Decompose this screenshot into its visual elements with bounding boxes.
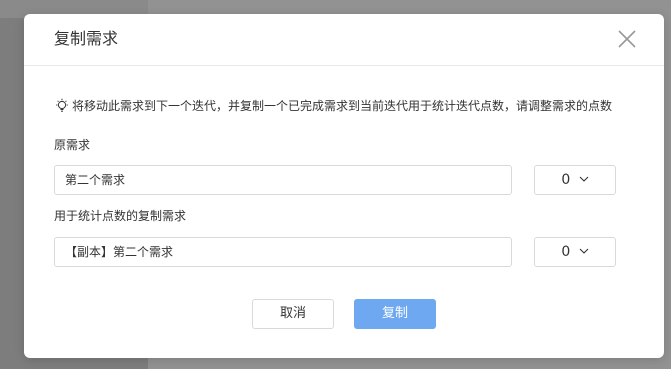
- lightbulb-icon: [54, 98, 70, 114]
- copy-button[interactable]: 复制: [354, 299, 436, 329]
- dialog-header: 复制需求: [24, 14, 664, 66]
- original-points-value: 0: [561, 172, 571, 188]
- copy-points-value: 0: [561, 244, 571, 260]
- chevron-down-icon: [579, 248, 589, 254]
- dialog-title: 复制需求: [54, 29, 119, 48]
- cancel-button[interactable]: 取消: [252, 299, 334, 329]
- chevron-down-icon: [579, 176, 589, 182]
- dialog-hint: 将移动此需求到下一个迭代，并复制一个已完成需求到当前迭代用于统计迭代点数，请调整…: [54, 97, 612, 115]
- original-requirement-label: 原需求: [54, 138, 91, 152]
- original-points-select[interactable]: 0: [534, 165, 616, 195]
- hint-text: 将移动此需求到下一个迭代，并复制一个已完成需求到当前迭代用于统计迭代点数，请调整…: [72, 99, 613, 113]
- close-icon: [618, 30, 636, 48]
- original-requirement-input[interactable]: 第二个需求: [54, 165, 512, 195]
- copy-requirement-dialog: 复制需求 将移动此需求到下一个迭代，并复制一个已完成需求到当前迭代用于统计迭代点…: [24, 14, 664, 358]
- copy-requirement-label: 用于统计点数的复制需求: [54, 209, 187, 223]
- copy-points-select[interactable]: 0: [534, 237, 616, 267]
- close-button[interactable]: [616, 28, 638, 50]
- copy-requirement-input[interactable]: 【副本】第二个需求: [54, 237, 512, 267]
